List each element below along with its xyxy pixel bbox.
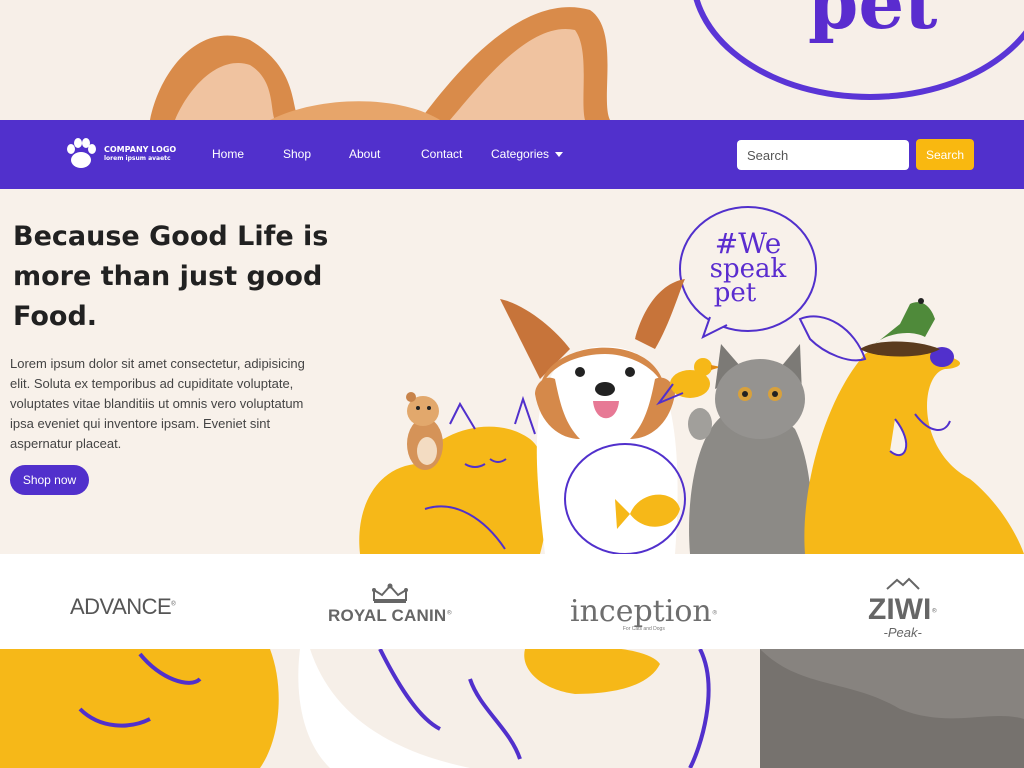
brand-royal-canin-name: ROYAL CANIN	[328, 606, 447, 625]
crown-icon	[372, 583, 409, 603]
yellow-cat-illustration	[359, 395, 549, 554]
blurred-pets-illustration	[0, 649, 1024, 768]
logo-title: COMPANY LOGO	[104, 145, 177, 154]
bubble-line-3: pet	[714, 278, 757, 308]
company-logo[interactable]: COMPANY LOGO lorem ipsum avaetc	[62, 135, 176, 173]
brand-ziwi-subline: -Peak-	[883, 625, 922, 640]
paw-icon	[67, 138, 96, 168]
brand-advance-name: ADVANCE	[70, 594, 172, 619]
logo-subtitle: lorem ipsum avaetc	[104, 155, 171, 162]
brand-logo-ziwi-peak[interactable]: ZIWI® -Peak-	[868, 576, 937, 640]
categories-label: Categories	[491, 147, 550, 161]
nav-dropdown-categories[interactable]: Categories	[491, 147, 564, 161]
mountain-icon	[885, 577, 920, 590]
navbar: COMPANY LOGO lorem ipsum avaetc Home Sho…	[0, 120, 1024, 189]
hamster-image	[406, 392, 443, 470]
search-input[interactable]	[737, 140, 909, 170]
brand-logos-strip: ADVANCE® ROYAL CANIN® inception® For Cat…	[0, 554, 1024, 649]
iguana-image	[860, 298, 940, 357]
hero-section: Because Good Life is more than just good…	[0, 189, 1024, 554]
registered-mark: ®	[446, 609, 453, 617]
search-button[interactable]: Search	[916, 139, 974, 170]
brand-logo-royal-canin[interactable]: ROYAL CANIN®	[328, 582, 452, 626]
brand-ziwi-name: ZIWI	[868, 593, 932, 626]
hero-description: Lorem ipsum dolor sit amet consectetur, …	[10, 356, 305, 451]
pets-illustration: #We speak pet	[359, 206, 1024, 554]
caret-down-icon	[555, 152, 564, 158]
registered-mark: ®	[931, 607, 938, 615]
brand-inception-name: inception	[570, 594, 712, 629]
grey-cat-image	[688, 344, 812, 554]
nav-link-shop[interactable]: Shop	[283, 147, 311, 161]
brand-logo-inception[interactable]: inception® For Cats and Dogs	[570, 597, 718, 633]
bottom-banner-image	[0, 649, 1024, 768]
registered-mark: ®	[711, 609, 718, 617]
nav-link-contact[interactable]: Contact	[421, 147, 462, 161]
shop-now-button[interactable]: Shop now	[10, 465, 89, 495]
we-speak-pet-bubble: #We speak pet	[679, 206, 817, 339]
top-banner-image: pet	[0, 0, 1024, 120]
hero-headline: Because Good Life is more than just good…	[13, 221, 329, 332]
nav-link-about[interactable]: About	[349, 147, 380, 161]
brand-logo-advance[interactable]: ADVANCE®	[70, 594, 176, 620]
nav-link-home[interactable]: Home	[212, 147, 244, 161]
banner-bubble-text: pet	[808, 0, 938, 45]
registered-mark: ®	[171, 601, 176, 608]
